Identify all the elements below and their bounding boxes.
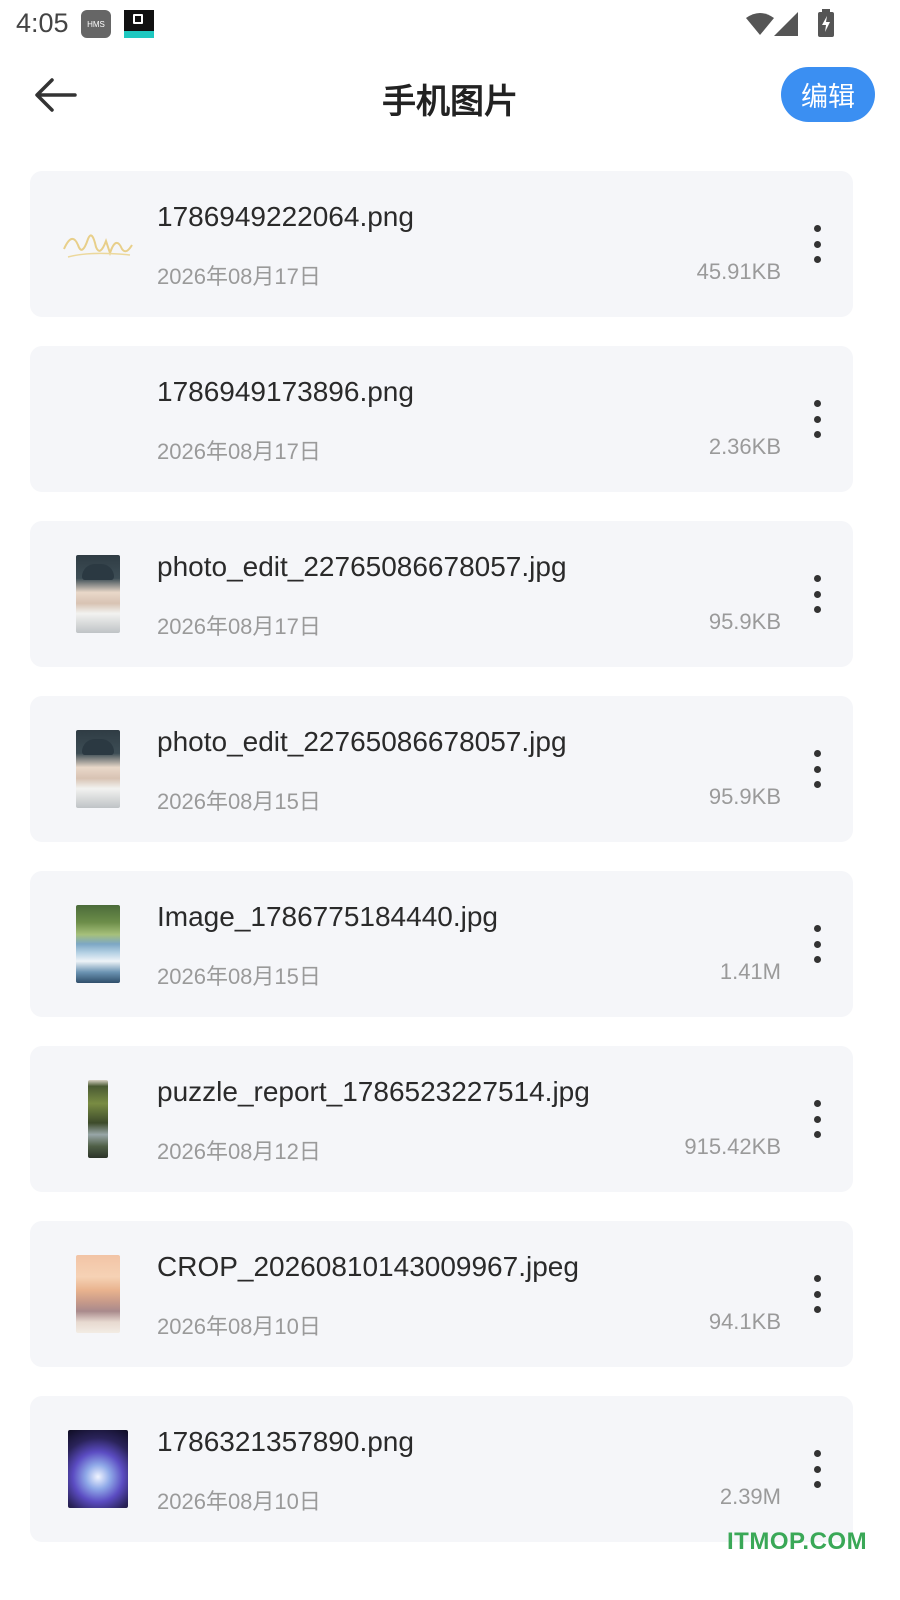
status-time: 4:05 bbox=[16, 8, 69, 38]
more-vertical-icon[interactable] bbox=[799, 919, 835, 969]
edit-button[interactable]: 编辑 bbox=[781, 67, 875, 122]
app-notification-icon bbox=[124, 10, 154, 38]
more-vertical-icon[interactable] bbox=[799, 219, 835, 269]
file-name: photo_edit_22765086678057.jpg bbox=[157, 551, 567, 582]
file-date: 2026年08月17日 bbox=[157, 614, 321, 639]
file-date: 2026年08月17日 bbox=[157, 439, 321, 464]
more-vertical-icon[interactable] bbox=[799, 744, 835, 794]
file-size: 45.91KB bbox=[696, 259, 781, 284]
file-name: 1786949173896.png bbox=[157, 376, 414, 407]
more-vertical-icon[interactable] bbox=[799, 1269, 835, 1319]
landscape-thumbnail bbox=[76, 905, 120, 983]
file-size: 2.36KB bbox=[708, 434, 781, 459]
portrait-thumbnail bbox=[76, 555, 120, 633]
more-vertical-icon[interactable] bbox=[799, 569, 835, 619]
file-date: 2026年08月10日 bbox=[157, 1314, 321, 1339]
status-bar: 4:05 HMS bbox=[0, 0, 900, 50]
file-list-item[interactable]: CROP_20260810143009967.jpeg 2026年08月10日 … bbox=[30, 1221, 853, 1367]
battery-icon bbox=[818, 9, 834, 37]
wifi-icon bbox=[746, 13, 774, 35]
file-date: 2026年08月10日 bbox=[157, 1489, 321, 1514]
anime-thumbnail bbox=[68, 1430, 128, 1508]
file-list: 1786949222064.png 2026年08月17日 45.91KB 17… bbox=[30, 171, 853, 1571]
hms-badge-icon: HMS bbox=[81, 10, 111, 38]
file-size: 2.39M bbox=[719, 1484, 781, 1509]
blank-thumbnail bbox=[76, 380, 120, 458]
file-date: 2026年08月15日 bbox=[157, 789, 321, 814]
file-name: 1786949222064.png bbox=[157, 201, 414, 232]
page-title: 手机图片 bbox=[382, 82, 518, 122]
more-vertical-icon[interactable] bbox=[799, 1444, 835, 1494]
file-size: 915.42KB bbox=[684, 1134, 781, 1159]
file-list-item[interactable]: photo_edit_22765086678057.jpg 2026年08月17… bbox=[30, 521, 853, 667]
watermark: ITMOP.COM bbox=[727, 1528, 868, 1555]
file-list-item[interactable]: photo_edit_22765086678057.jpg 2026年08月15… bbox=[30, 696, 853, 842]
signature-thumbnail bbox=[60, 223, 136, 265]
puzzle-thumbnail bbox=[88, 1080, 108, 1158]
file-list-item[interactable]: Image_1786775184440.jpg 2026年08月15日 1.41… bbox=[30, 871, 853, 1017]
file-size: 95.9KB bbox=[708, 784, 781, 809]
file-date: 2026年08月12日 bbox=[157, 1139, 321, 1164]
file-list-item[interactable]: 1786949222064.png 2026年08月17日 45.91KB bbox=[30, 171, 853, 317]
file-list-item[interactable]: 1786321357890.png 2026年08月10日 2.39M bbox=[30, 1396, 853, 1542]
header: 手机图片 编辑 bbox=[0, 60, 900, 130]
file-list-item[interactable]: 1786949173896.png 2026年08月17日 2.36KB bbox=[30, 346, 853, 492]
file-name: Image_1786775184440.jpg bbox=[157, 901, 498, 932]
file-size: 95.9KB bbox=[708, 609, 781, 634]
file-list-item[interactable]: puzzle_report_1786523227514.jpg 2026年08月… bbox=[30, 1046, 853, 1192]
file-date: 2026年08月15日 bbox=[157, 964, 321, 989]
file-size: 94.1KB bbox=[708, 1309, 781, 1334]
more-vertical-icon[interactable] bbox=[799, 1094, 835, 1144]
more-vertical-icon[interactable] bbox=[799, 394, 835, 444]
file-date: 2026年08月17日 bbox=[157, 264, 321, 289]
portrait-thumbnail bbox=[76, 730, 120, 808]
file-size: 1.41M bbox=[719, 959, 781, 984]
file-name: 1786321357890.png bbox=[157, 1426, 414, 1457]
file-name: puzzle_report_1786523227514.jpg bbox=[157, 1076, 590, 1107]
file-name: photo_edit_22765086678057.jpg bbox=[157, 726, 567, 757]
signal-icon bbox=[774, 12, 798, 36]
file-name: CROP_20260810143009967.jpeg bbox=[157, 1251, 579, 1282]
sunset-thumbnail bbox=[76, 1255, 120, 1333]
